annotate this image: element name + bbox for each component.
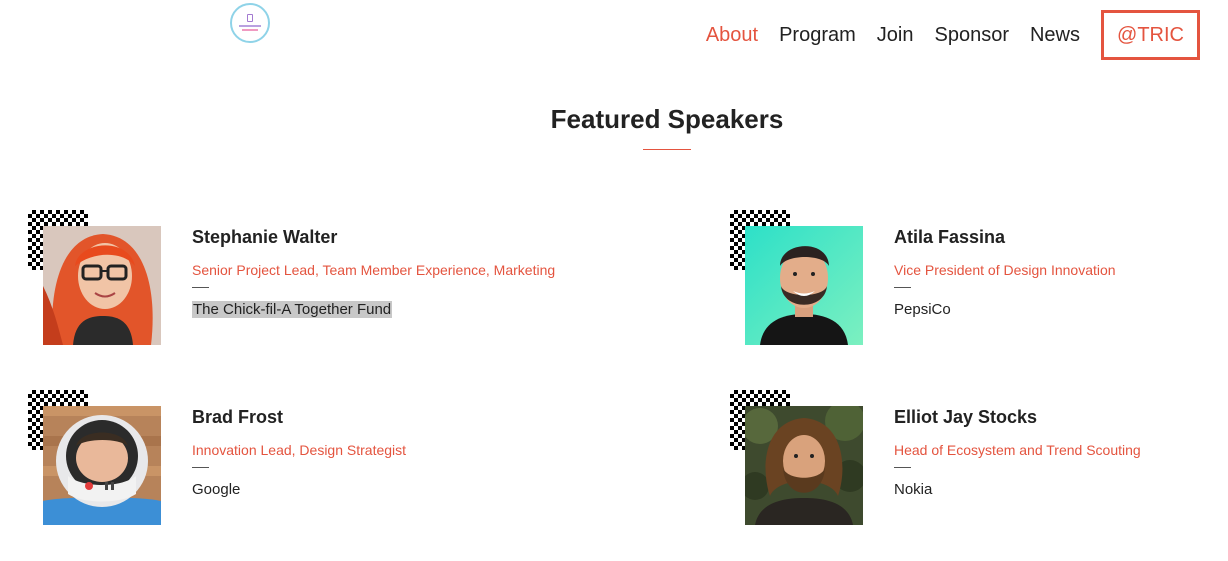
speaker-company: Nokia <box>894 481 933 498</box>
nav-item-sponsor[interactable]: Sponsor <box>934 24 1009 47</box>
avatar-bearded-man-teal-icon <box>745 226 863 345</box>
nav-item-about[interactable]: About <box>706 24 758 47</box>
speaker-divider <box>192 287 209 288</box>
logo-emblem <box>235 8 265 38</box>
speaker-photo-stephanie-walter[interactable] <box>43 226 161 345</box>
speaker-name[interactable]: Stephanie Walter <box>192 227 337 248</box>
speaker-name[interactable]: Atila Fassina <box>894 227 1005 248</box>
speaker-card: Stephanie Walter Senior Project Lead, Te… <box>28 210 588 350</box>
speaker-role: Innovation Lead, Design Strategist <box>192 442 407 458</box>
tric-button[interactable]: @TRIC <box>1101 10 1200 60</box>
section-title: Featured Speakers <box>550 104 784 134</box>
speaker-company: Google <box>192 481 241 498</box>
logo-line <box>239 25 261 27</box>
speaker-role: Head of Ecosystem and Trend Scouting <box>894 442 1141 458</box>
speaker-card: Atila Fassina Vice President of Design I… <box>730 210 1228 350</box>
title-divider <box>643 149 691 150</box>
avatar-astronaut-helmet-icon <box>43 406 161 525</box>
avatar-curly-hair-forest-icon <box>745 406 863 525</box>
speaker-role: Vice President of Design Innovation <box>894 262 1116 278</box>
logo-mark-icon <box>247 14 253 22</box>
nav-item-join[interactable]: Join <box>877 24 914 47</box>
main-navigation: About Program Join Sponsor News @TRIC <box>685 0 1228 70</box>
speaker-company: The Chick-fil-A Together Fund <box>192 301 393 318</box>
speaker-photo-elliot-jay-stocks[interactable] <box>745 406 863 525</box>
speaker-card: Elliot Jay Stocks Head of Ecosystem and … <box>730 390 1228 530</box>
speaker-divider <box>894 287 911 288</box>
speaker-name[interactable]: Elliot Jay Stocks <box>894 407 1037 428</box>
logo-line <box>242 29 258 31</box>
speaker-photo-atila-fassina[interactable] <box>745 226 863 345</box>
avatar-red-hair-glasses-icon <box>43 226 161 345</box>
site-logo[interactable] <box>230 3 270 43</box>
speaker-role: Senior Project Lead, Team Member Experie… <box>192 262 556 278</box>
speaker-divider <box>192 467 209 468</box>
speaker-divider <box>894 467 911 468</box>
nav-item-program[interactable]: Program <box>779 24 856 47</box>
speaker-name[interactable]: Brad Frost <box>192 407 283 428</box>
speaker-card: Brad Frost Innovation Lead, Design Strat… <box>28 390 588 530</box>
nav-item-news[interactable]: News <box>1030 24 1080 47</box>
speaker-company: PepsiCo <box>894 301 951 318</box>
speaker-photo-brad-frost[interactable] <box>43 406 161 525</box>
